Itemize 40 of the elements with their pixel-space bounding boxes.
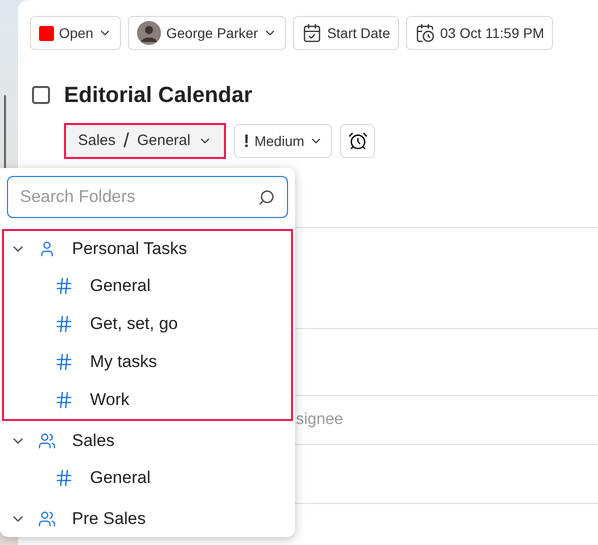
folder-name: General (90, 467, 150, 490)
reminder-button[interactable] (340, 124, 376, 158)
hash-icon (54, 468, 74, 488)
alarm-icon (348, 131, 368, 151)
folder-group-name: Sales (72, 430, 115, 452)
folder-item[interactable]: General (4, 267, 291, 305)
folder-group-item[interactable]: Pre Sales (4, 501, 291, 537)
assignee-dropdown[interactable]: George Parker (128, 16, 286, 50)
hash-icon (54, 390, 74, 410)
folder-item[interactable]: Get, set, go (4, 305, 291, 343)
search-icon (258, 188, 275, 206)
folder-name: General (90, 275, 150, 298)
folder-name: Get, set, go (90, 313, 178, 336)
folder-group-name: Personal Tasks (72, 238, 187, 260)
folder-item[interactable]: Work (4, 381, 291, 419)
folder-item[interactable]: General (4, 459, 291, 497)
folder-name: My tasks (90, 351, 158, 374)
people-icon (38, 432, 56, 450)
folder-name: Work (90, 389, 130, 412)
folder-group-name: Pre Sales (72, 508, 146, 530)
start-date-button[interactable]: Start Date (293, 16, 400, 50)
hash-icon (54, 276, 74, 296)
folder-dropdown[interactable]: Sales / General (64, 123, 226, 159)
folder-group-item[interactable]: Sales (4, 423, 291, 459)
status-dropdown[interactable]: Open (30, 16, 122, 50)
folder-group-item[interactable]: Personal Tasks (4, 231, 291, 267)
calendar-clock-icon (415, 23, 436, 43)
task-checkbox[interactable] (32, 86, 50, 104)
person-icon (38, 240, 56, 258)
task-title: Editorial Calendar (64, 81, 252, 109)
search-input[interactable]: Search Folders (20, 184, 220, 210)
search-field[interactable]: Search Folders (7, 176, 288, 218)
hash-icon (54, 352, 74, 372)
people-icon (38, 510, 56, 528)
calendar-icon (302, 23, 322, 43)
due-date-button[interactable]: 03 Oct 11:59 PM (406, 16, 554, 50)
priority-dropdown[interactable]: ! Medium (234, 124, 332, 158)
hash-icon (54, 314, 74, 334)
avatar (137, 21, 162, 45)
folder-item[interactable]: My tasks (4, 343, 291, 381)
